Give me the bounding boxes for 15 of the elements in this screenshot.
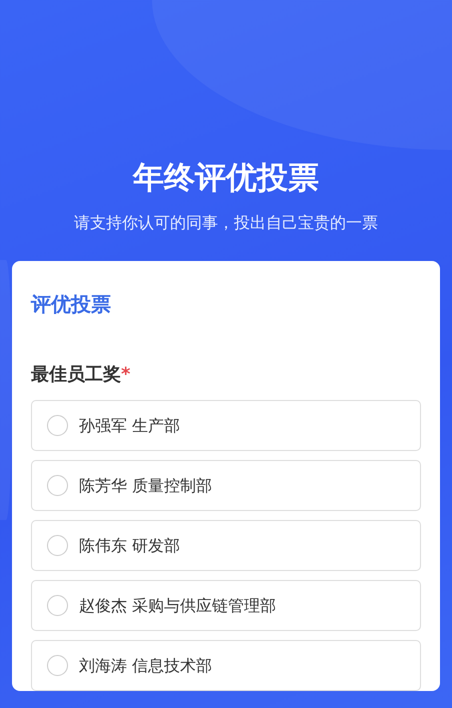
radio-button[interactable] <box>47 535 68 556</box>
radio-option[interactable]: 孙强军 生产部 <box>31 400 421 452</box>
radio-button[interactable] <box>47 475 68 496</box>
page-subtitle: 请支持你认可的同事，投出自己宝贵的一票 <box>73 212 379 234</box>
form-title: 评优投票 <box>31 291 112 318</box>
radio-button[interactable] <box>47 595 68 616</box>
radio-option[interactable]: 陈芳华 质量控制部 <box>31 460 421 512</box>
radio-option[interactable]: 陈伟东 研发部 <box>31 520 421 572</box>
question-label: 最佳员工奖 <box>31 364 121 386</box>
page-title: 年终评优投票 <box>131 160 320 198</box>
radio-button[interactable] <box>47 655 68 676</box>
required-mark: * <box>121 364 130 386</box>
radio-option[interactable]: 赵俊杰 采购与供应链管理部 <box>31 580 421 632</box>
radio-option[interactable]: 刘海涛 信息技术部 <box>31 640 421 692</box>
radio-button[interactable] <box>47 415 68 436</box>
